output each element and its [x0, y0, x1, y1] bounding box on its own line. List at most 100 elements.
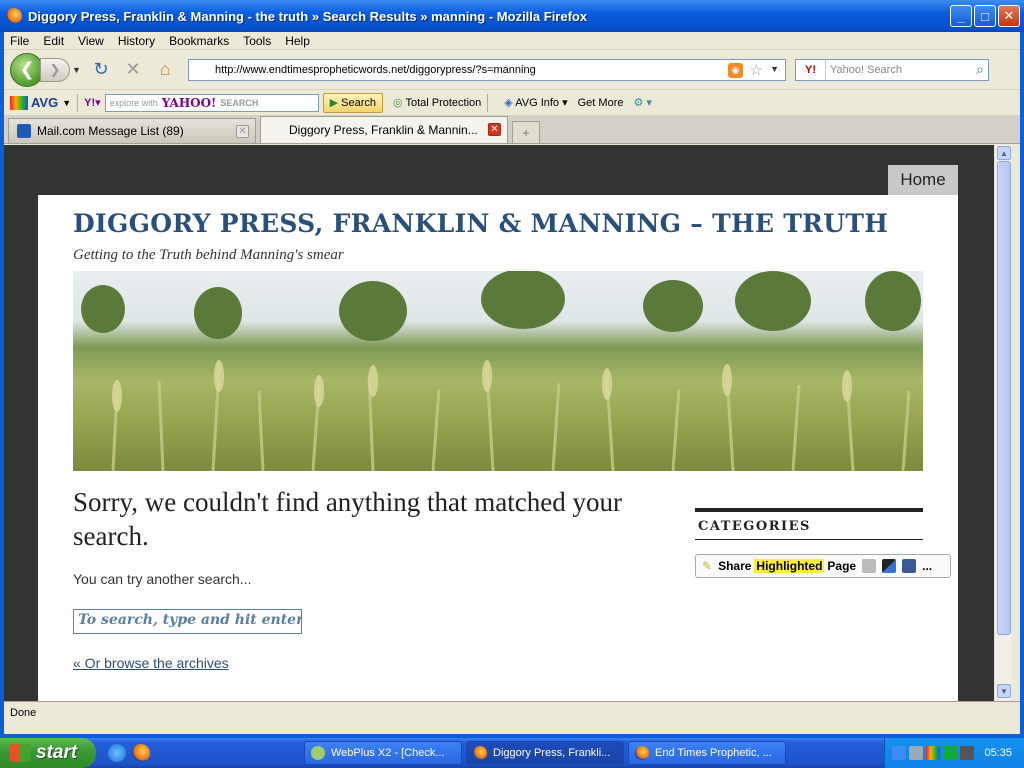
wheat-field-illustration	[81, 271, 921, 471]
total-protection-label: Total Protection	[405, 97, 482, 109]
stop-icon: ✕	[125, 59, 141, 79]
avg-dropdown-icon[interactable]: ▼	[62, 98, 71, 108]
share-more-icon[interactable]: ...	[922, 559, 932, 573]
firefox-icon	[6, 8, 22, 24]
task-webplus-label: WebPlus X2 - [Check...	[331, 747, 445, 759]
maximize-button[interactable]: □	[974, 5, 996, 27]
home-button[interactable]: ⌂	[152, 57, 178, 83]
clock: 05:35	[984, 747, 1012, 759]
reload-button[interactable]: ↻	[88, 57, 114, 83]
menu-view[interactable]: View	[78, 34, 104, 48]
task-webplus[interactable]: WebPlus X2 - [Check...	[304, 741, 462, 765]
tab-mail[interactable]: Mail.com Message List (89) ✕	[8, 118, 256, 143]
windows-taskbar: start WebPlus X2 - [Check... Diggory Pre…	[0, 738, 1024, 768]
avg-info-label: AVG Info	[515, 97, 560, 109]
total-protection-item[interactable]: ◎ Total Protection	[393, 96, 481, 109]
back-arrow-icon: ❮	[19, 59, 35, 79]
yahoo-logo: YAHOO!	[161, 95, 217, 110]
start-button[interactable]: start	[0, 738, 96, 768]
get-more-item[interactable]: Get More	[578, 97, 624, 109]
yahoo-menu-icon[interactable]: Y!▾	[84, 96, 101, 109]
tray-icons	[892, 746, 975, 760]
scroll-thumb[interactable]	[997, 161, 1011, 635]
start-label: start	[36, 742, 78, 763]
system-tray: 05:35	[884, 738, 1024, 768]
yahoo-search-field[interactable]: explore with YAHOO! SEARCH	[104, 93, 319, 112]
stop-button[interactable]: ✕	[120, 57, 146, 83]
facebook-icon[interactable]	[902, 559, 917, 573]
title-bar[interactable]: Diggory Press, Franklin & Manning - the …	[0, 0, 1024, 32]
tab-diggory-label: Diggory Press, Franklin & Mannin...	[289, 123, 478, 137]
tab-mail-label: Mail.com Message List (89)	[37, 124, 184, 138]
menu-history[interactable]: History	[118, 34, 155, 48]
nav-home-link[interactable]: Home	[888, 165, 958, 195]
new-tab-button[interactable]: +	[512, 121, 540, 143]
back-button[interactable]: ❮	[10, 52, 44, 87]
yahoo-search-button[interactable]: ▶ Search	[322, 92, 383, 113]
url-text: http://www.endtimespropheticwords.net/di…	[215, 63, 536, 76]
page-content: DIGGORY PRESS, FRANKLIN & MANNING – THE …	[38, 195, 958, 701]
shield-icon: ◎	[393, 97, 403, 109]
browse-archives-link[interactable]: « Or browse the archives	[73, 655, 229, 671]
task-endtimes[interactable]: End Times Prophetic, ...	[628, 741, 786, 765]
try-again-text: You can try another search...	[73, 571, 252, 587]
url-dropdown-icon[interactable]: ▼	[770, 64, 779, 74]
task-diggory[interactable]: Diggory Press, Frankli...	[466, 741, 624, 765]
tray-arrow-icon[interactable]	[892, 746, 907, 760]
quick-launch	[108, 744, 150, 762]
menu-help[interactable]: Help	[285, 34, 310, 48]
avg-menu[interactable]: AVG	[10, 95, 58, 110]
avg-info-item[interactable]: ◈ AVG Info ▾	[504, 96, 567, 109]
avg-logo-icon	[10, 95, 28, 110]
forward-button[interactable]: ❯	[40, 57, 70, 82]
menu-file[interactable]: File	[10, 34, 29, 48]
volume-icon[interactable]	[960, 746, 975, 760]
menu-edit[interactable]: Edit	[43, 34, 64, 48]
history-dropdown-icon[interactable]: ▼	[72, 65, 82, 75]
internet-explorer-icon[interactable]	[108, 744, 126, 762]
avg-tray-icon[interactable]	[926, 746, 941, 760]
firefox-quicklaunch-icon[interactable]	[132, 744, 150, 762]
mail-com-icon	[17, 124, 31, 138]
page-viewport: Home DIGGORY PRESS, FRANKLIN & MANNING –…	[4, 145, 994, 701]
minimize-button[interactable]: _	[950, 5, 972, 27]
tab-diggory[interactable]: Diggory Press, Franklin & Mannin... ✕	[260, 116, 508, 143]
toolbar-separator	[487, 93, 489, 112]
menu-bookmarks[interactable]: Bookmarks	[169, 34, 229, 48]
network-icon[interactable]	[909, 746, 924, 760]
url-bar[interactable]: http://www.endtimespropheticwords.net/di…	[188, 58, 786, 81]
share-pre: Share	[718, 559, 752, 573]
window-controls: _ □ ✕	[950, 5, 1020, 27]
media-icon[interactable]	[943, 746, 958, 760]
magnifier-icon[interactable]: ⌕	[976, 61, 984, 78]
close-button[interactable]: ✕	[998, 5, 1020, 27]
yahoo-engine-icon[interactable]: Y!	[796, 59, 826, 80]
share-highlight: Highlighted	[754, 559, 825, 573]
tab-strip: Mail.com Message List (89) ✕ Diggory Pre…	[4, 116, 1020, 144]
yahoo-prefix: explore with	[109, 97, 158, 108]
bookmark-star-icon[interactable]: ☆	[750, 61, 763, 79]
tab-close-icon[interactable]: ✕	[236, 125, 249, 138]
menu-bar: File Edit View History Bookmarks Tools H…	[4, 32, 1020, 50]
categories-heading: CATEGORIES	[695, 508, 923, 540]
search-input[interactable]: Yahoo! Search	[830, 64, 902, 76]
search-box[interactable]: Y! Yahoo! Search ⌕	[795, 58, 989, 81]
delicious-icon[interactable]	[882, 559, 897, 573]
tab-close-icon[interactable]: ✕	[488, 123, 501, 136]
share-post: Page	[827, 559, 857, 573]
site-search-input[interactable]: To search, type and hit enter...	[73, 609, 302, 634]
plus-icon: +	[522, 125, 530, 140]
vertical-scrollbar[interactable]: ▲ ▼	[994, 145, 1012, 701]
rss-feed-icon[interactable]: ◉	[728, 62, 743, 78]
share-highlighted-widget[interactable]: ✎ Share Highlighted Page ...	[695, 554, 951, 578]
home-icon: ⌂	[159, 59, 171, 79]
task-diggory-label: Diggory Press, Frankli...	[493, 747, 611, 759]
site-title[interactable]: DIGGORY PRESS, FRANKLIN & MANNING – THE …	[73, 209, 888, 238]
menu-tools[interactable]: Tools	[243, 34, 271, 48]
extension-icon[interactable]: ⚙ ▾	[633, 96, 651, 109]
digg-icon[interactable]	[862, 559, 877, 573]
scroll-up-icon[interactable]: ▲	[997, 146, 1011, 160]
scroll-down-icon[interactable]: ▼	[997, 684, 1011, 698]
status-text: Done	[10, 706, 37, 719]
sidebar: CATEGORIES ✎ Share Highlighted Page ...	[695, 508, 951, 578]
